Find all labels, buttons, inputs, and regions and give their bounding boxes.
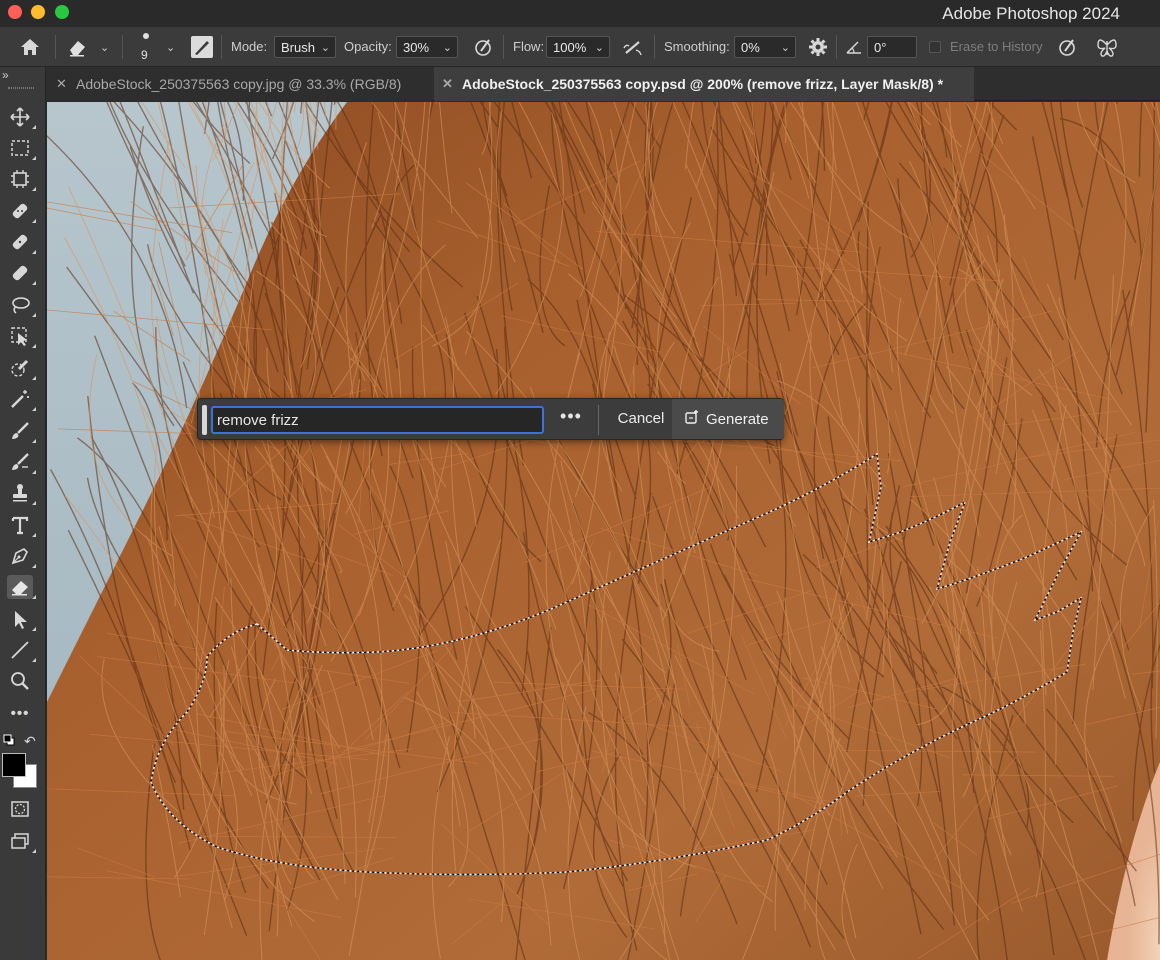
flow-chevron-down-icon: ⌄ <box>594 42 604 54</box>
gear-icon[interactable] <box>807 36 829 58</box>
opacity-field[interactable]: 30% ⌄ <box>396 36 458 58</box>
more-tools-icon[interactable]: ••• <box>7 701 33 725</box>
flow-value: 100% <box>553 40 587 55</box>
smoothing-field[interactable]: 0% ⌄ <box>734 36 796 58</box>
angle-value: 0° <box>874 40 887 55</box>
tools-panel: » ••• ↶ <box>0 67 46 960</box>
generative-prompt-input[interactable] <box>211 406 544 434</box>
eraser-preset-icon[interactable] <box>66 36 90 58</box>
move-tool-icon[interactable] <box>7 105 36 129</box>
tab-label: AdobeStock_250375563 copy.psd @ 200% (re… <box>462 76 944 92</box>
close-window-button[interactable] <box>8 5 22 19</box>
artboard-tool-icon[interactable] <box>7 167 36 191</box>
brush-tip-icon[interactable] <box>143 33 149 39</box>
erase-to-history-label: Erase to History <box>950 39 1043 54</box>
generate-label: Generate <box>706 410 769 428</box>
zoom-window-button[interactable] <box>55 5 69 19</box>
brush-settings-icon[interactable] <box>191 36 213 58</box>
airbrush-icon[interactable] <box>621 36 645 58</box>
eraser-tool-icon[interactable] <box>7 575 36 599</box>
swap-colors-icon[interactable]: ↶ <box>24 733 36 750</box>
spot-healing-icon[interactable] <box>7 199 36 223</box>
erase-to-history-checkbox[interactable] <box>929 41 941 53</box>
mixer-brush-icon[interactable] <box>7 450 36 474</box>
smoothing-chevron-down-icon: ⌄ <box>780 42 790 54</box>
mode-select[interactable]: Brush ⌄ <box>274 36 336 58</box>
quick-mask-icon[interactable] <box>7 797 33 821</box>
brush-size-chevron-down-icon[interactable]: ⌄ <box>166 41 175 54</box>
opacity-label: Opacity: <box>344 39 392 54</box>
contextual-task-bar: ••• Cancel Generate <box>197 398 784 440</box>
generate-button[interactable]: Generate <box>672 399 784 439</box>
clone-stamp-icon[interactable] <box>7 481 36 505</box>
drag-handle[interactable] <box>202 405 207 435</box>
flow-label: Flow: <box>513 39 545 54</box>
symmetry-butterfly-icon[interactable] <box>1094 35 1120 59</box>
panel-grip[interactable] <box>8 87 34 89</box>
opacity-pressure-icon[interactable] <box>472 36 494 58</box>
quick-selection-icon[interactable] <box>7 356 36 380</box>
document-tab-bar: ✕ AdobeStock_250375563 copy.jpg @ 33.3% … <box>46 67 1160 101</box>
preset-chevron-down-icon[interactable]: ⌄ <box>100 41 109 54</box>
object-selection-icon[interactable] <box>7 324 36 348</box>
lasso-icon[interactable] <box>7 293 36 317</box>
home-icon[interactable] <box>18 35 42 59</box>
type-tool-icon[interactable] <box>7 513 36 537</box>
mode-chevron-down-icon: ⌄ <box>320 42 330 54</box>
default-colors-icon[interactable] <box>3 733 15 746</box>
hair-photo <box>47 102 1160 960</box>
path-selection-icon[interactable] <box>7 607 36 631</box>
generate-icon <box>684 409 700 429</box>
screen-mode-icon[interactable] <box>7 829 36 853</box>
patch-icon[interactable] <box>7 261 36 285</box>
pen-tool-icon[interactable] <box>7 544 36 568</box>
brush-size: 9 <box>141 48 148 62</box>
app-title: Adobe Photoshop 2024 <box>942 4 1120 23</box>
options-bar: ⌄ 9 ⌄ Mode: Brush ⌄ Opacity: 30% ⌄ Flow:… <box>0 27 1160 67</box>
smoothing-label: Smoothing: <box>664 39 730 54</box>
close-tab-icon[interactable]: ✕ <box>56 76 67 92</box>
opacity-value: 30% <box>403 40 430 55</box>
document-canvas[interactable] <box>47 102 1160 960</box>
line-tool-icon[interactable] <box>7 638 36 662</box>
opacity-chevron-down-icon: ⌄ <box>442 42 452 54</box>
magic-wand-icon[interactable] <box>7 387 36 411</box>
cancel-button[interactable]: Cancel <box>606 407 676 431</box>
tab-document-psd[interactable]: ✕ AdobeStock_250375563 copy.psd @ 200% (… <box>434 67 974 101</box>
flow-field[interactable]: 100% ⌄ <box>546 36 610 58</box>
collapse-panel-icon[interactable]: » <box>2 68 9 82</box>
marquee-tool-icon[interactable] <box>7 136 36 160</box>
angle-field[interactable]: 0° <box>867 36 917 58</box>
tab-document-jpg[interactable]: ✕ AdobeStock_250375563 copy.jpg @ 33.3% … <box>46 67 432 101</box>
foreground-color-swatch[interactable] <box>2 753 26 777</box>
brush-icon[interactable] <box>7 419 36 443</box>
tab-label: AdobeStock_250375563 copy.jpg @ 33.3% (R… <box>76 76 402 92</box>
mode-value: Brush <box>281 40 315 55</box>
minimize-window-button[interactable] <box>31 5 45 19</box>
close-tab-icon[interactable]: ✕ <box>442 76 453 92</box>
angle-icon <box>845 38 863 56</box>
healing-brush-icon[interactable] <box>7 230 36 254</box>
zoom-tool-icon[interactable] <box>7 669 33 693</box>
mode-label: Mode: <box>231 39 268 54</box>
smoothing-value: 0% <box>741 40 760 55</box>
title-bar: Adobe Photoshop 2024 <box>0 0 1160 27</box>
size-pressure-icon[interactable] <box>1056 36 1078 58</box>
more-options-button[interactable]: ••• <box>556 407 586 431</box>
